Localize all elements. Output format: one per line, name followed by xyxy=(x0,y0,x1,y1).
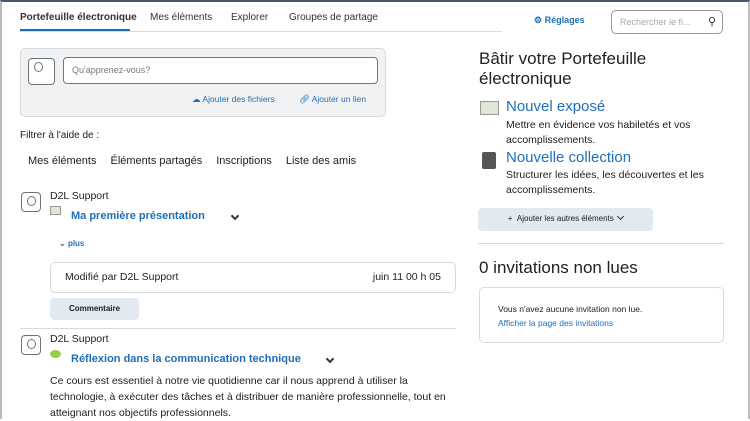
add-files-button[interactable]: ☁ Ajouter des fichiers xyxy=(192,94,275,105)
avatar xyxy=(21,335,41,355)
plus-icon: + xyxy=(507,214,513,223)
search-icon[interactable]: ⚲ xyxy=(708,15,716,28)
add-files-label: Ajouter des fichiers xyxy=(202,94,275,104)
tab-sharing-groups[interactable]: Groupes de partage xyxy=(289,12,378,23)
view-invitations-link[interactable]: Afficher la page des invitations xyxy=(498,316,705,330)
avatar xyxy=(21,192,41,212)
feed-author: D2L Support xyxy=(50,190,109,202)
activity-box: Modifié par D2L Support juin 11 00 h 05 xyxy=(50,262,456,293)
divider xyxy=(478,243,724,244)
feed-title-link[interactable]: Ma première présentation xyxy=(71,210,205,222)
more-label: plus xyxy=(67,239,85,248)
new-collection-link[interactable]: Nouvelle collection xyxy=(506,149,631,166)
filter-my-items[interactable]: Mes éléments xyxy=(28,155,96,167)
gear-icon: ⚙ xyxy=(534,15,543,25)
panel-title: Bâtir votre Portefeuille électronique xyxy=(479,49,647,88)
more-toggle[interactable]: ⌄ plus xyxy=(59,239,84,248)
filter-label: Filtrer à l'aide de : xyxy=(20,130,100,141)
tab-explore[interactable]: Explorer xyxy=(231,12,268,23)
feed-author: D2L Support xyxy=(50,333,109,345)
add-link-button[interactable]: 🔗︎ Ajouter un lien xyxy=(299,94,366,105)
invitations-box: Vous n'avez aucune invitation non lue. A… xyxy=(479,287,724,343)
composer: Qu'apprenez-vous? ☁ Ajouter des fichiers… xyxy=(20,48,386,117)
reflection-icon xyxy=(50,350,61,358)
tab-my-items[interactable]: Mes éléments xyxy=(150,12,212,23)
new-collection-desc: Structurer les idées, les découvertes et… xyxy=(506,169,704,196)
tab-portfolio[interactable]: Portefeuille électronique xyxy=(20,12,137,23)
filter-options: Mes éléments Éléments partagés Inscripti… xyxy=(28,155,356,167)
chevron-down-icon[interactable] xyxy=(325,354,335,364)
add-more-items-button[interactable]: + Ajouter les autres éléments xyxy=(478,208,653,231)
search-placeholder: Rechercher le fi... xyxy=(620,17,691,27)
presentation-icon xyxy=(50,206,61,215)
divider xyxy=(20,328,456,329)
add-link-label: Ajouter un lien xyxy=(311,94,367,104)
feed-title-link[interactable]: Réflexion dans la communication techniqu… xyxy=(71,353,301,365)
divider xyxy=(20,31,502,32)
add-more-label: Ajouter les autres éléments xyxy=(516,214,614,223)
modified-by: Modifié par D2L Support xyxy=(65,271,179,283)
composer-placeholder: Qu'apprenez-vous? xyxy=(72,65,151,75)
feed-body: Ce cours est essentiel à notre vie quoti… xyxy=(50,375,446,419)
invitations-title: 0 invitations non lues xyxy=(479,258,638,277)
upload-icon: ☁ xyxy=(192,94,201,104)
filter-shared-items[interactable]: Éléments partagés xyxy=(110,155,202,167)
modified-date: juin 11 00 h 05 xyxy=(372,271,441,283)
filter-enrollments[interactable]: Inscriptions xyxy=(216,155,272,167)
settings-label: Réglages xyxy=(544,15,585,25)
link-icon: 🔗︎ xyxy=(299,94,310,104)
composer-input[interactable]: Qu'apprenez-vous? xyxy=(63,57,378,84)
chevron-down-icon xyxy=(617,212,625,221)
chevron-down-icon[interactable] xyxy=(230,211,240,221)
presentation-icon xyxy=(480,101,499,115)
filter-friends[interactable]: Liste des amis xyxy=(286,155,356,167)
new-presentation-link[interactable]: Nouvel exposé xyxy=(506,98,605,115)
comment-button[interactable]: Commentaire xyxy=(50,298,139,320)
no-invitations-text: Vous n'avez aucune invitation non lue. xyxy=(498,304,643,314)
avatar xyxy=(28,58,55,85)
new-presentation-desc: Mettre en évidence vos habiletés et vos … xyxy=(506,119,691,146)
collection-icon xyxy=(482,152,496,169)
search-input[interactable]: Rechercher le fi... ⚲ xyxy=(611,10,723,34)
chevron-down-icon: ⌄ xyxy=(59,239,66,248)
settings-button[interactable]: ⚙ Réglages xyxy=(534,15,585,26)
